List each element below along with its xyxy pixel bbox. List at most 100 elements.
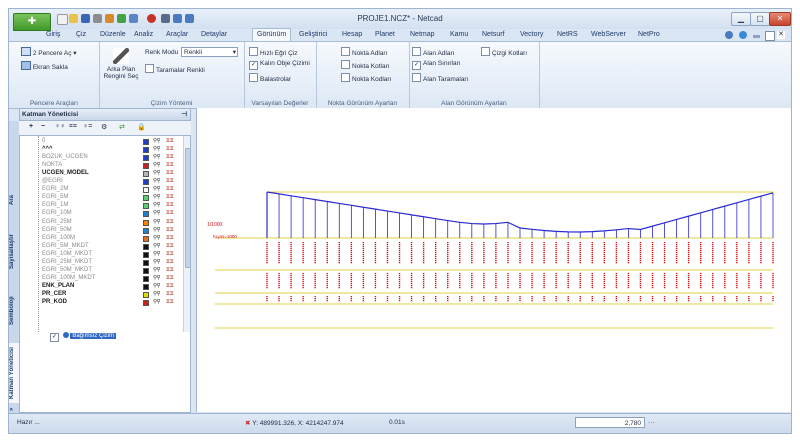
tab-analiz[interactable]: Analiz: [134, 29, 153, 41]
visibility-icon[interactable]: ⚲⚲: [153, 291, 161, 299]
side-tab-katman-yoneticisi[interactable]: Katman Yöneticisi: [9, 343, 19, 403]
visibility-icon[interactable]: ⚲⚲: [153, 138, 161, 146]
lock-icon[interactable]: 🔒: [137, 123, 146, 131]
tab-netpro[interactable]: NetPro: [638, 29, 660, 41]
layer-color-swatch[interactable]: [143, 283, 149, 290]
renk-modu-select[interactable]: Renkli ▾: [181, 47, 238, 57]
tab-düzenle[interactable]: Düzenle: [100, 29, 126, 41]
visibility-icon[interactable]: ⚲⚲: [153, 259, 161, 267]
layer-color-swatch[interactable]: [143, 219, 149, 226]
lock-toggle-icon[interactable]: ⧖⧖: [166, 267, 174, 275]
layer-color-swatch[interactable]: [143, 227, 149, 234]
layer-color-swatch[interactable]: [143, 300, 149, 306]
hide-all-icon[interactable]: ⌗⌗: [69, 123, 77, 131]
lock-toggle-icon[interactable]: ⧖⧖: [166, 251, 174, 259]
layer-row[interactable]: @EGRI ⚲⚲ ⧖⧖: [20, 178, 180, 186]
visibility-icon[interactable]: ⚲⚲: [153, 219, 161, 227]
layer-row[interactable]: EGRI_50M ⚲⚲ ⧖⧖: [20, 227, 180, 235]
properties-icon[interactable]: ⚙: [101, 123, 107, 131]
layer-color-swatch[interactable]: [143, 243, 149, 250]
layer-row[interactable]: NOKTA ⚲⚲ ⧖⧖: [20, 162, 180, 170]
visibility-icon[interactable]: ⚲⚲: [153, 210, 161, 218]
scale-input[interactable]: 2,780: [575, 417, 645, 428]
layer-color-swatch[interactable]: [143, 291, 149, 298]
layer-row[interactable]: UCGEN_MODEL ⚲⚲ ⧖⧖: [20, 170, 180, 178]
tab-detaylar[interactable]: Detaylar: [201, 29, 227, 41]
visibility-icon[interactable]: ⚲⚲: [153, 275, 161, 283]
drawing-canvas[interactable]: 1/1000 Kıyas=1000: [196, 108, 791, 412]
lock-toggle-icon[interactable]: ⧖⧖: [166, 299, 174, 307]
layer-row[interactable]: EGRI_25M ⚲⚲ ⧖⧖: [20, 219, 180, 227]
lock-toggle-icon[interactable]: ⧖⧖: [166, 243, 174, 251]
layer-color-swatch[interactable]: [143, 147, 149, 154]
tab-netrs[interactable]: NetRS: [557, 29, 578, 41]
lock-toggle-icon[interactable]: ⧖⧖: [166, 275, 174, 283]
layer-row[interactable]: EGRI_10M ⚲⚲ ⧖⧖: [20, 210, 180, 218]
side-tab-semboloji[interactable]: Semboloji: [9, 291, 19, 331]
tab-çiz[interactable]: Çiz: [76, 29, 86, 41]
more-tabs-icon[interactable]: »: [9, 405, 19, 413]
tab-hesap[interactable]: Hesap: [342, 29, 362, 41]
layer-row[interactable]: EGRI_25M_MKDT ⚲⚲ ⧖⧖: [20, 259, 180, 267]
layer-list-scrollbar[interactable]: [183, 136, 190, 332]
tab-görünüm[interactable]: Görünüm: [252, 28, 292, 42]
layer-row[interactable]: EGRI_5M_MKDT ⚲⚲ ⧖⧖: [20, 243, 180, 251]
side-tab-sayisallastir[interactable]: Sayısallaştır: [9, 227, 19, 275]
visibility-icon[interactable]: ⚲⚲: [153, 283, 161, 291]
scale-more-icon[interactable]: ···: [648, 419, 655, 426]
visibility-icon[interactable]: ⚲⚲: [153, 227, 161, 235]
layer-row[interactable]: 0 ⚲⚲ ⧖⧖: [20, 138, 180, 146]
remove-layer-icon[interactable]: −: [41, 123, 45, 130]
cizgi-kotlari-checkbox[interactable]: Çizgi Kotları: [481, 47, 527, 57]
arka-plan-button[interactable]: Arka Plan Rengini Seç: [99, 48, 143, 80]
layer-row[interactable]: EGRI_50M_MKDT ⚲⚲ ⧖⧖: [20, 267, 180, 275]
layer-color-swatch[interactable]: [143, 155, 149, 162]
lock-toggle-icon[interactable]: ⧖⧖: [166, 291, 174, 299]
layer-row[interactable]: EGRI_100M ⚲⚲ ⧖⧖: [20, 235, 180, 243]
layer-color-swatch[interactable]: [143, 179, 149, 186]
lock-toggle-icon[interactable]: ⧖⧖: [166, 202, 174, 210]
layer-color-swatch[interactable]: [143, 235, 149, 242]
show-all-icon[interactable]: ♀♀: [55, 123, 66, 130]
lock-toggle-icon[interactable]: ⧖⧖: [166, 178, 174, 186]
layer-row[interactable]: PR_CER ⚲⚲ ⧖⧖: [20, 291, 180, 299]
visibility-icon[interactable]: ⚲⚲: [153, 243, 161, 251]
tab-geliştirici[interactable]: Geliştirici: [299, 29, 327, 41]
tab-kamu[interactable]: Kamu: [450, 29, 468, 41]
layer-row[interactable]: BOZUK_UCGEN ⚲⚲ ⧖⧖: [20, 154, 180, 162]
minimize-button[interactable]: ▁: [731, 12, 751, 26]
scrollbar-thumb[interactable]: [185, 148, 190, 268]
alan-taramalari-checkbox[interactable]: Alan Taramaları: [412, 73, 468, 83]
layer-color-swatch[interactable]: [143, 211, 149, 218]
export-layers-icon[interactable]: ⇄: [119, 123, 125, 131]
nokta-kotlari-checkbox[interactable]: Nokta Kotları: [341, 60, 390, 70]
lock-toggle-icon[interactable]: ⧖⧖: [166, 283, 174, 291]
layer-color-swatch[interactable]: [143, 163, 149, 170]
lock-toggle-icon[interactable]: ⧖⧖: [166, 154, 174, 162]
alan-sinirlari-checkbox[interactable]: ✓ Alan Sınırları: [412, 60, 461, 70]
lock-toggle-icon[interactable]: ⧖⧖: [166, 146, 174, 154]
layer-row[interactable]: ^^^ ⚲⚲ ⧖⧖: [20, 146, 180, 154]
tree-item-independent-drawing[interactable]: ✓ Bağımsız Çizim: [50, 332, 117, 342]
side-tab-ara[interactable]: Ara: [9, 187, 19, 213]
tab-planet[interactable]: Planet: [375, 29, 395, 41]
layer-color-swatch[interactable]: [143, 171, 149, 178]
tab-webserver[interactable]: WebServer: [591, 29, 626, 41]
alan-adlari-checkbox[interactable]: Alan Adları: [412, 47, 454, 57]
pin-icon[interactable]: ⊣: [181, 109, 187, 120]
layer-row[interactable]: EGRI_100M_MKDT ⚲⚲ ⧖⧖: [20, 275, 180, 283]
layer-row[interactable]: PR_KOD ⚲⚲ ⧖⧖: [20, 299, 180, 307]
layer-row[interactable]: EGRI_2M ⚲⚲ ⧖⧖: [20, 186, 180, 194]
layer-color-swatch[interactable]: [143, 275, 149, 282]
hizli-egri-checkbox[interactable]: Hızlı Eğri Çiz: [249, 47, 298, 57]
tab-giriş[interactable]: Giriş: [46, 29, 60, 41]
taramalar-renkli-checkbox[interactable]: Taramalar Renkli: [145, 64, 205, 74]
two-windows-button[interactable]: 2 Pencere Aç ▾: [21, 47, 77, 57]
ribbon-minimize-icon[interactable]: [753, 35, 760, 38]
visibility-icon[interactable]: ⚲⚲: [153, 235, 161, 243]
theme-icon[interactable]: [725, 31, 733, 39]
tab-netsurf[interactable]: Netsurf: [482, 29, 505, 41]
visibility-icon[interactable]: ⚲⚲: [153, 251, 161, 259]
ekran-sakla-button[interactable]: Ekran Sakla: [21, 61, 68, 71]
nokta-kodlari-checkbox[interactable]: Nokta Kodları: [341, 73, 391, 83]
